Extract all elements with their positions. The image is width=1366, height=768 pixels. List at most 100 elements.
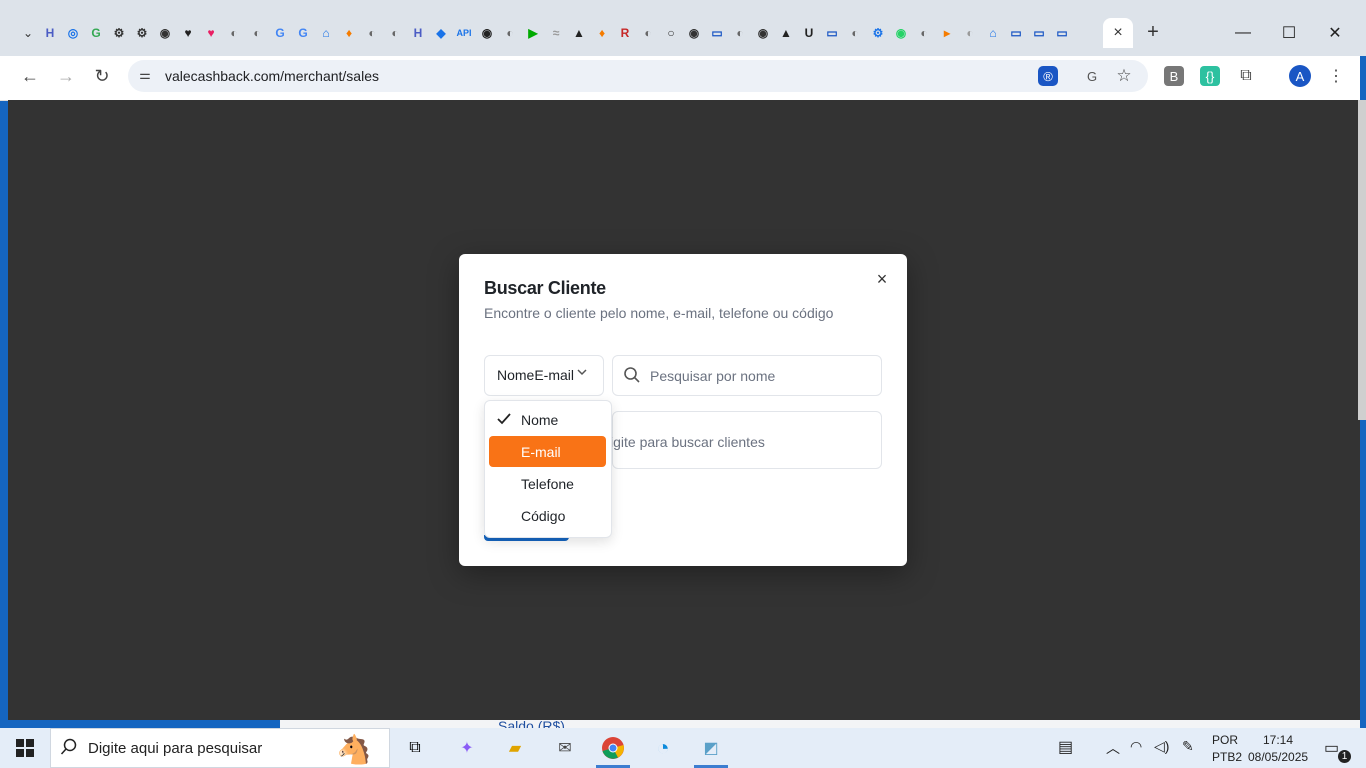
tab-favicon-19[interactable]: ◉: [477, 23, 497, 43]
url-text[interactable]: valecashback.com/merchant/sales: [165, 68, 379, 84]
forward-button[interactable]: →: [50, 62, 82, 90]
edge-icon[interactable]: ◔: [646, 733, 680, 763]
search-icon: [60, 738, 78, 756]
tab-favicon-30[interactable]: ◐: [730, 23, 750, 43]
tab-favicon-26[interactable]: ◐: [638, 23, 658, 43]
bookmark-star-icon[interactable]: ☆: [1112, 64, 1136, 88]
tab-close-icon[interactable]: ×: [1113, 24, 1122, 42]
tab-favicon-28[interactable]: ◉: [684, 23, 704, 43]
tab-favicon-37[interactable]: ◉: [891, 23, 911, 43]
app-icon[interactable]: ◩: [694, 733, 728, 763]
tab-favicon-18[interactable]: API: [454, 23, 474, 43]
chrome-icon[interactable]: [596, 733, 630, 763]
site-info-icon[interactable]: ⚌: [136, 66, 154, 84]
tab-favicon-0[interactable]: H: [40, 23, 60, 43]
check-icon: [497, 412, 511, 428]
tab-favicon-17[interactable]: ◆: [431, 23, 451, 43]
clock-date[interactable]: 08/05/2025: [1248, 750, 1308, 764]
new-tab-button[interactable]: +: [1142, 20, 1164, 44]
tab-favicon-14[interactable]: ◐: [362, 23, 382, 43]
wifi-icon[interactable]: ◠: [1130, 738, 1142, 755]
mail-icon[interactable]: ✉: [548, 733, 582, 763]
task-view-icon[interactable]: ⧉: [398, 733, 432, 763]
tab-favicon-41[interactable]: ⌂: [983, 23, 1003, 43]
tab-favicon-16[interactable]: H: [408, 23, 428, 43]
tab-favicon-39[interactable]: ▸: [937, 23, 957, 43]
tab-favicon-31[interactable]: ◉: [753, 23, 773, 43]
translate-icon[interactable]: G: [1080, 64, 1104, 88]
results-hint: igite para buscar clientes: [610, 434, 765, 450]
page-content-edge: [280, 720, 1360, 728]
search-type-value[interactable]: NomeE-mail: [497, 367, 574, 383]
tab-favicon-4[interactable]: ⚙: [132, 23, 152, 43]
tab-search-icon[interactable]: ⌄: [16, 22, 40, 44]
tab-favicon-2[interactable]: G: [86, 23, 106, 43]
notification-count: 1: [1338, 750, 1351, 763]
tab-favicon-21[interactable]: ▶: [523, 23, 543, 43]
extensions-puzzle-icon[interactable]: ⧉: [1234, 64, 1258, 88]
tab-favicon-6[interactable]: ♥: [178, 23, 198, 43]
tab-favicon-34[interactable]: ▭: [822, 23, 842, 43]
tab-favicon-12[interactable]: ⌂: [316, 23, 336, 43]
volume-icon[interactable]: ◁): [1154, 738, 1169, 755]
tab-favicon-11[interactable]: G: [293, 23, 313, 43]
extension-b-icon[interactable]: B: [1164, 66, 1184, 86]
dropdown-option-codigo[interactable]: Código: [489, 500, 606, 531]
extension-json-icon[interactable]: {}: [1200, 66, 1220, 86]
search-input[interactable]: [648, 363, 872, 389]
tab-favicon-3[interactable]: ⚙: [109, 23, 129, 43]
language-bottom[interactable]: PTB2: [1212, 750, 1242, 764]
pen-icon[interactable]: ✎: [1182, 738, 1194, 755]
minimize-button[interactable]: —: [1220, 18, 1266, 48]
windows-start-icon[interactable]: [8, 733, 42, 763]
donkey-illustration-icon: 🐴: [336, 733, 372, 765]
dropdown-option-email[interactable]: E-mail: [489, 436, 606, 467]
tab-favicon-35[interactable]: ◐: [845, 23, 865, 43]
page-scrollbar[interactable]: [1358, 100, 1366, 420]
tab-favicon-9[interactable]: ◐: [247, 23, 267, 43]
notification-icon[interactable]: ▭: [1324, 738, 1339, 758]
tab-favicon-36[interactable]: ⚙: [868, 23, 888, 43]
active-tab[interactable]: ×: [1103, 18, 1133, 48]
tab-favicon-44[interactable]: ▭: [1052, 23, 1072, 43]
tab-favicon-25[interactable]: R: [615, 23, 635, 43]
tab-favicon-38[interactable]: ◐: [914, 23, 934, 43]
tab-favicon-40[interactable]: ◐: [960, 23, 980, 43]
back-button[interactable]: ←: [14, 62, 46, 90]
reload-button[interactable]: ↻: [86, 62, 118, 90]
tab-favicon-43[interactable]: ▭: [1029, 23, 1049, 43]
file-explorer-icon[interactable]: ▰: [498, 733, 532, 763]
chevron-down-icon[interactable]: [576, 367, 588, 380]
tab-favicon-42[interactable]: ▭: [1006, 23, 1026, 43]
maximize-button[interactable]: ☐: [1266, 18, 1312, 48]
dropdown-option-telefone[interactable]: Telefone: [489, 468, 606, 499]
profile-avatar[interactable]: A: [1289, 65, 1311, 87]
close-icon[interactable]: ×: [872, 268, 892, 290]
tab-favicon-20[interactable]: ◐: [500, 23, 520, 43]
close-window-button[interactable]: ✕: [1312, 18, 1358, 48]
dialog-subtitle: Encontre o cliente pelo nome, e-mail, te…: [484, 305, 834, 321]
tab-favicon-1[interactable]: ◎: [63, 23, 83, 43]
language-top[interactable]: POR: [1212, 733, 1238, 747]
tab-favicon-27[interactable]: ○: [661, 23, 681, 43]
password-manager-icon[interactable]: ®: [1038, 66, 1058, 86]
tab-favicon-32[interactable]: ▲: [776, 23, 796, 43]
tab-favicon-5[interactable]: ◉: [155, 23, 175, 43]
tab-favicon-15[interactable]: ◐: [385, 23, 405, 43]
tab-favicon-8[interactable]: ◐: [224, 23, 244, 43]
tab-favicon-24[interactable]: ♦: [592, 23, 612, 43]
tab-favicon-10[interactable]: G: [270, 23, 290, 43]
news-widget-icon[interactable]: ▤: [1058, 737, 1073, 757]
tab-favicon-13[interactable]: ♦: [339, 23, 359, 43]
taskbar-search-placeholder[interactable]: Digite aqui para pesquisar: [88, 740, 262, 757]
tab-favicon-33[interactable]: U: [799, 23, 819, 43]
tray-chevron-icon[interactable]: ︿: [1106, 738, 1120, 758]
tab-favicon-29[interactable]: ▭: [707, 23, 727, 43]
background-saldo-label: Saldo (R$): [498, 720, 565, 728]
tab-favicon-7[interactable]: ♥: [201, 23, 221, 43]
copilot-icon[interactable]: ✦: [450, 733, 484, 763]
clock-time[interactable]: 17:14: [1263, 733, 1293, 747]
browser-menu-icon[interactable]: ⋮: [1324, 64, 1348, 88]
tab-favicon-23[interactable]: ▲: [569, 23, 589, 43]
tab-favicon-22[interactable]: ≈: [546, 23, 566, 43]
